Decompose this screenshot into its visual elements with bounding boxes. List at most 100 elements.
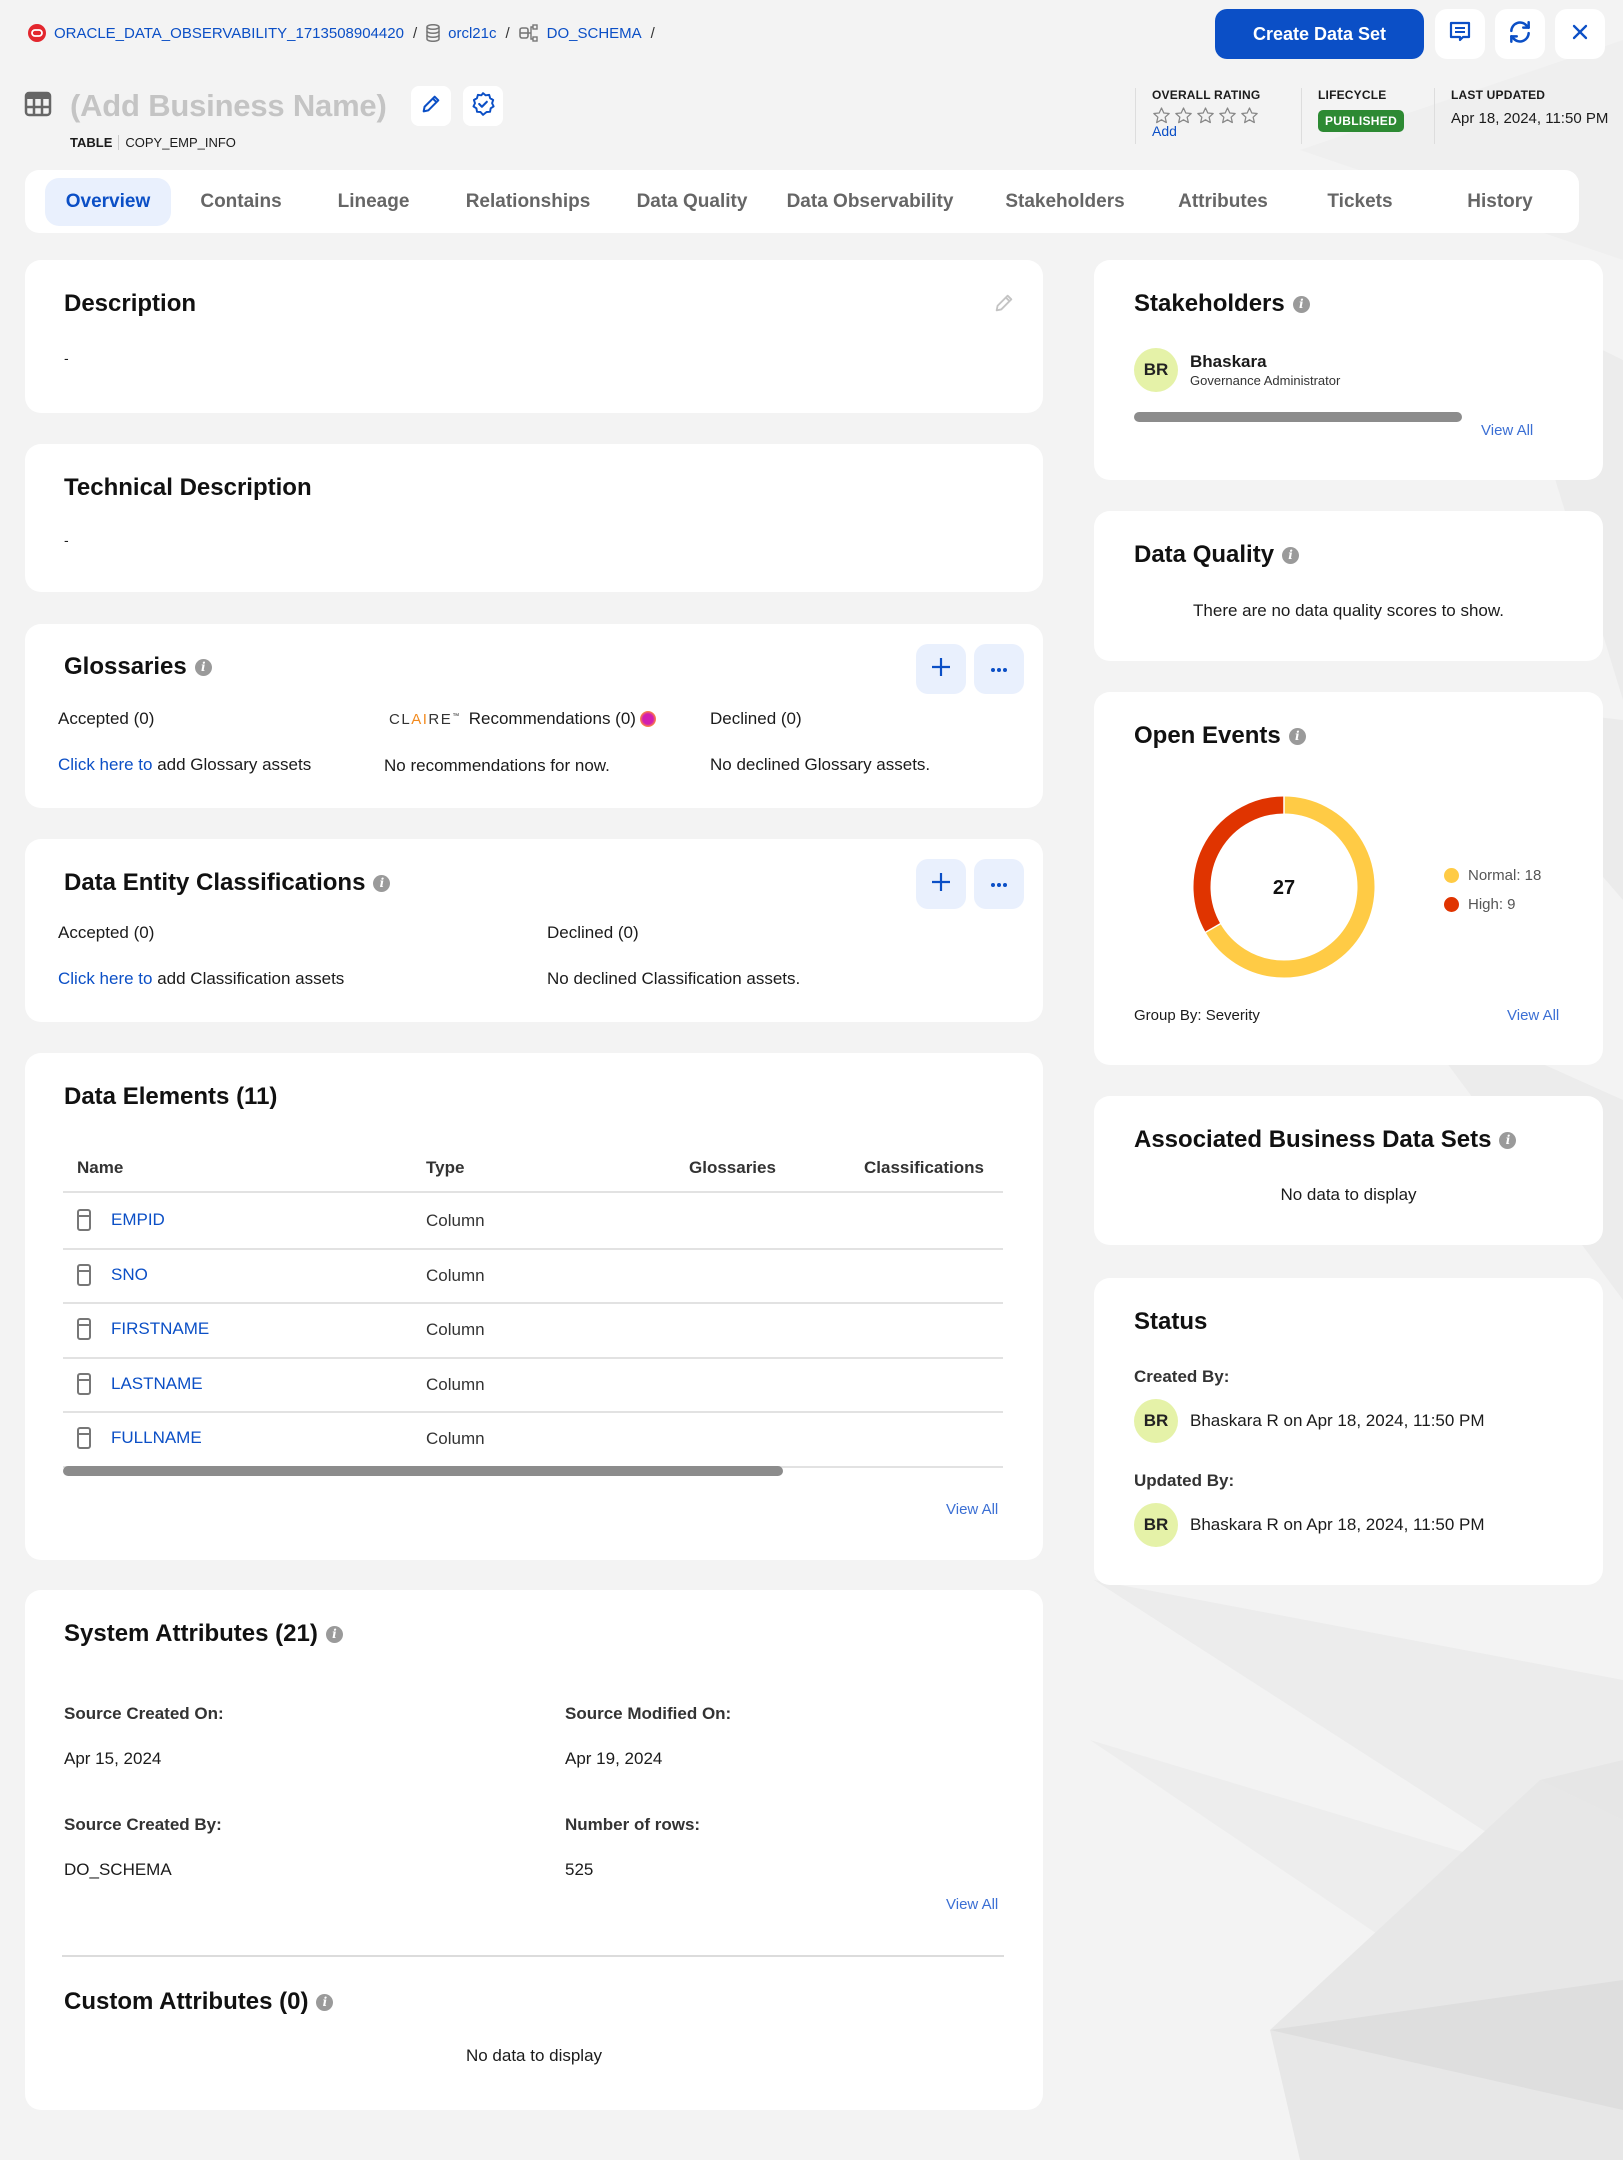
tab-data-quality[interactable]: Data Quality <box>627 178 757 226</box>
add-classification-button[interactable] <box>916 859 966 909</box>
tab-data-observability[interactable]: Data Observability <box>780 178 960 226</box>
breadcrumb-item-catalog-source[interactable]: ORACLE_DATA_OBSERVABILITY_1713508904420 <box>28 24 404 42</box>
table-row[interactable]: FULLNAME <box>77 1427 202 1450</box>
custom-attributes-title-text: Custom Attributes (0) <box>64 1988 309 2015</box>
avatar: BR <box>1134 1503 1178 1547</box>
click-here-link[interactable]: Click here to <box>58 969 152 988</box>
overall-rating-label: OVERALL RATING <box>1152 88 1261 102</box>
tab-tickets[interactable]: Tickets <box>1315 178 1405 226</box>
data-element-name-link[interactable]: FULLNAME <box>111 1428 202 1448</box>
certify-button[interactable] <box>462 86 503 126</box>
no-declined-glossary-text: No declined Glossary assets. <box>710 755 931 774</box>
section-divider <box>62 1955 1004 1957</box>
data-element-type: Column <box>426 1374 485 1394</box>
click-here-link[interactable]: Click here to <box>58 755 152 774</box>
info-icon[interactable]: i <box>1499 1131 1517 1149</box>
breadcrumb-label: orcl21c <box>448 24 497 42</box>
recommendations-label: Recommendations (0) <box>468 709 636 728</box>
lifecycle-status-badge: PUBLISHED <box>1318 110 1405 132</box>
classifications-title-text: Data Entity Classifications <box>64 869 366 896</box>
star-icon[interactable] <box>1240 106 1259 125</box>
table-row[interactable]: LASTNAME <box>77 1372 203 1395</box>
stakeholders-title-text: Stakeholders <box>1134 290 1285 317</box>
info-icon[interactable]: i <box>316 1993 334 2011</box>
open-events-view-all-link[interactable]: View All <box>1507 1007 1559 1024</box>
data-element-name-link[interactable]: LASTNAME <box>111 1374 203 1394</box>
pencil-icon <box>993 294 1015 318</box>
info-icon[interactable]: i <box>194 658 212 676</box>
stakeholder-role: Governance Administrator <box>1190 373 1341 388</box>
table-row[interactable]: FIRSTNAME <box>77 1318 209 1341</box>
info-icon[interactable]: i <box>1282 546 1300 564</box>
comment-button[interactable] <box>1435 9 1485 59</box>
close-button[interactable] <box>1555 9 1605 59</box>
refresh-button[interactable] <box>1495 9 1545 59</box>
info-icon[interactable]: i <box>325 1625 343 1643</box>
no-recommendations-text: No recommendations for now. <box>384 756 610 775</box>
breadcrumb-item-schema[interactable]: DO_SCHEMA <box>518 24 642 42</box>
breadcrumb: ORACLE_DATA_OBSERVABILITY_1713508904420 … <box>28 22 664 44</box>
table-horizontal-scrollbar[interactable] <box>63 1466 783 1476</box>
tab-attributes[interactable]: Attributes <box>1168 178 1278 226</box>
tab-stakeholders[interactable]: Stakeholders <box>1000 178 1130 226</box>
tab-overview[interactable]: Overview <box>45 178 171 226</box>
pencil-icon <box>420 93 442 120</box>
created-by-name[interactable]: Bhaskara R <box>1190 1411 1279 1431</box>
last-updated: LAST UPDATED Apr 18, 2024, 11:50 PM <box>1434 88 1608 144</box>
info-icon[interactable]: i <box>1288 727 1306 745</box>
edit-name-button[interactable] <box>410 86 451 126</box>
edit-description-button[interactable] <box>993 292 1015 319</box>
data-element-name-link[interactable]: SNO <box>111 1265 148 1285</box>
column-header-name[interactable]: Name <box>77 1158 123 1178</box>
no-declined-classification-text: No declined Classification assets. <box>547 969 801 988</box>
row-divider <box>63 1302 1003 1305</box>
star-icon[interactable] <box>1196 106 1215 125</box>
open-events-title-text: Open Events <box>1134 722 1281 749</box>
column-header-classifications[interactable]: Classifications <box>864 1158 984 1178</box>
star-icon[interactable] <box>1218 106 1237 125</box>
legend-item-high[interactable]: High: 9 <box>1444 896 1541 913</box>
updated-by-name[interactable]: Bhaskara R <box>1190 1515 1279 1535</box>
classifications-card: Data Entity Classifications i Accepted (… <box>25 839 1043 1022</box>
data-element-type: Column <box>426 1320 485 1340</box>
overall-rating: OVERALL RATING Add <box>1135 88 1260 144</box>
legend-item-normal[interactable]: Normal: 18 <box>1444 867 1541 884</box>
description-value: - <box>64 350 69 366</box>
custom-attributes-empty-text: No data to display <box>465 2046 603 2065</box>
stakeholders-scrollbar[interactable] <box>1134 412 1462 422</box>
breadcrumb-separator: / <box>505 24 510 42</box>
breadcrumb-item-database[interactable]: orcl21c <box>426 24 496 42</box>
stakeholders-card: Stakeholders i BR Bhaskara Governance Ad… <box>1094 260 1603 480</box>
stakeholder-name: Bhaskara <box>1190 352 1267 371</box>
business-name-title[interactable]: (Add Business Name) <box>70 88 387 124</box>
attr-value: Apr 15, 2024 <box>64 1749 162 1768</box>
column-header-glossaries[interactable]: Glossaries <box>689 1158 776 1178</box>
add-glossary-button[interactable] <box>916 644 966 694</box>
create-data-set-button[interactable]: Create Data Set <box>1215 9 1424 59</box>
info-icon[interactable]: i <box>1292 295 1310 313</box>
glossary-more-button[interactable] <box>974 644 1024 694</box>
tab-contains[interactable]: Contains <box>186 178 296 226</box>
classification-more-button[interactable] <box>974 859 1024 909</box>
tab-lineage[interactable]: Lineage <box>321 178 426 226</box>
stakeholder-item[interactable]: BR Bhaskara Governance Administrator <box>1134 348 1340 392</box>
add-rating-link[interactable]: Add <box>1152 123 1260 139</box>
table-row[interactable]: SNO <box>77 1263 148 1286</box>
system-attributes-view-all-link[interactable]: View All <box>946 1896 998 1913</box>
data-elements-view-all-link[interactable]: View All <box>946 1501 998 1518</box>
info-icon[interactable]: i <box>373 874 391 892</box>
created-by-row: BR Bhaskara R on Apr 18, 2024, 11:50 PM <box>1134 1399 1485 1443</box>
donut-slice-high[interactable] <box>1193 796 1285 933</box>
stakeholders-view-all-link[interactable]: View All <box>1481 422 1533 439</box>
data-element-name-link[interactable]: EMPID <box>111 1210 165 1230</box>
tab-history[interactable]: History <box>1450 178 1550 226</box>
tab-relationships[interactable]: Relationships <box>453 178 603 226</box>
glossary-accepted-label: Accepted (0) <box>58 709 155 728</box>
data-element-name-link[interactable]: FIRSTNAME <box>111 1319 209 1339</box>
group-by-label[interactable]: Group By: Severity <box>1134 1007 1260 1024</box>
updated-on-text: on Apr 18, 2024, 11:50 PM <box>1278 1515 1485 1534</box>
table-row[interactable]: EMPID <box>77 1209 165 1231</box>
column-header-type[interactable]: Type <box>426 1158 464 1178</box>
open-events-title: Open Events i <box>1134 722 1306 750</box>
add-glossary-text: add Glossary assets <box>152 755 312 774</box>
